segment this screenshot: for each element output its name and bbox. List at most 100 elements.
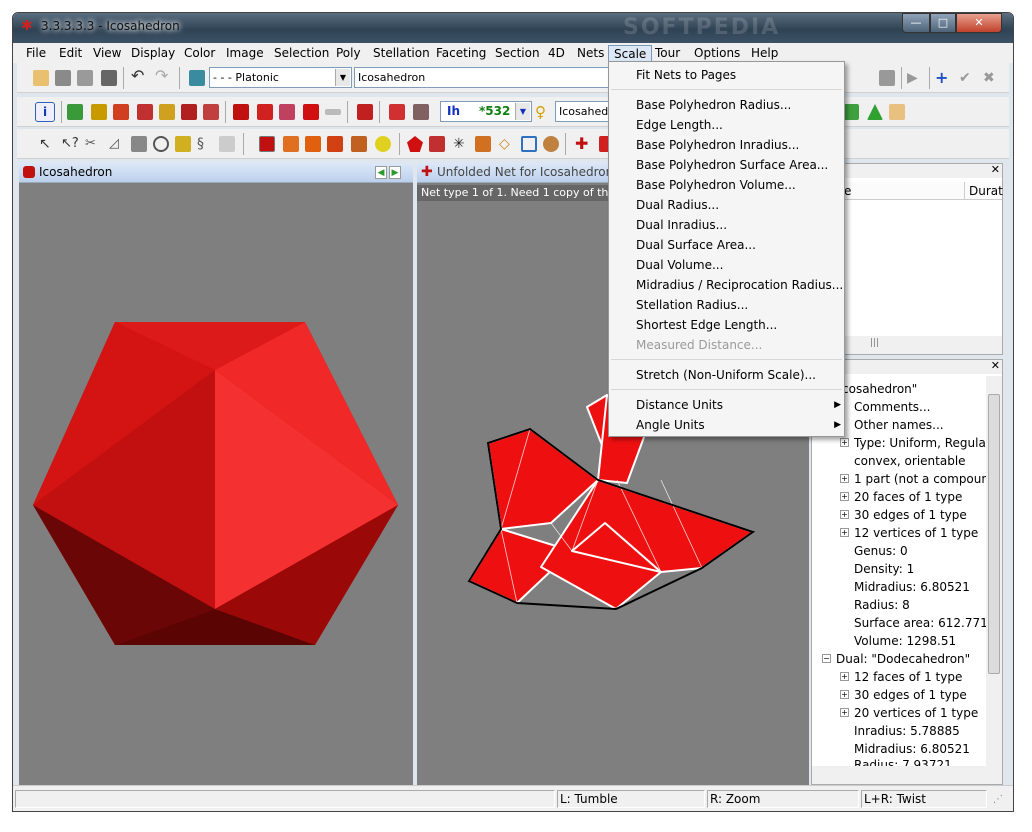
pentagon-red-icon[interactable]	[407, 136, 423, 152]
database-icon[interactable]	[189, 70, 205, 86]
cube-red-icon[interactable]	[257, 104, 273, 120]
grid2-icon[interactable]	[159, 104, 175, 120]
expand-icon[interactable]: +	[840, 690, 849, 699]
star2-icon[interactable]	[327, 136, 343, 152]
close-icon[interactable]: ✕	[991, 163, 1000, 176]
app-star-icon[interactable]: ✱	[21, 19, 35, 33]
close-button[interactable]: ✕	[956, 13, 1002, 33]
menu-dual-volume[interactable]: Dual Volume...	[636, 255, 723, 275]
menu-faceting[interactable]: Faceting	[431, 45, 491, 63]
lock-icon[interactable]	[91, 104, 107, 120]
redo-icon[interactable]: ↷	[155, 68, 171, 85]
shape-red-icon[interactable]	[259, 136, 275, 152]
dial-icon[interactable]	[153, 136, 169, 152]
grid4-icon[interactable]	[203, 104, 219, 120]
menu-edge-length[interactable]: Edge Length...	[636, 115, 723, 135]
menu-distance-units[interactable]: Distance Units ▶	[636, 395, 841, 415]
menu-base-surface-area[interactable]: Base Polyhedron Surface Area...	[636, 155, 828, 175]
pointer-help-icon[interactable]: ↖?	[61, 136, 79, 152]
play-icon[interactable]: ▶	[907, 70, 923, 86]
menu-shortest-edge[interactable]: Shortest Edge Length...	[636, 315, 777, 335]
expand-icon[interactable]: +	[840, 438, 849, 447]
add-icon[interactable]: +	[935, 70, 951, 86]
square-icon[interactable]	[521, 136, 537, 152]
scissors-icon[interactable]: ✂	[85, 136, 101, 152]
menu-color[interactable]: Color	[179, 45, 220, 63]
polyhedron-type-combo[interactable]: - - - Platonic ▼	[209, 67, 352, 88]
next-arrow-icon[interactable]: ▶	[389, 166, 401, 179]
expand-icon[interactable]: +	[840, 672, 849, 681]
expand-icon[interactable]: +	[840, 510, 849, 519]
hand-icon[interactable]	[889, 104, 905, 120]
tree-comments[interactable]: Comments...	[854, 398, 931, 416]
star-icon[interactable]	[305, 136, 321, 152]
menu-image[interactable]: Image	[221, 45, 269, 63]
menu-file[interactable]: File	[21, 45, 51, 63]
menu-stellation[interactable]: Stellation	[368, 45, 435, 63]
grid-icon[interactable]	[137, 104, 153, 120]
measure-icon[interactable]	[131, 136, 147, 152]
history-col-duration[interactable]: Durat	[964, 182, 1003, 200]
delete-icon[interactable]: ✖	[983, 70, 999, 86]
menu-base-radius[interactable]: Base Polyhedron Radius...	[636, 95, 791, 115]
tree-dual[interactable]: − Dual: "Dodecahedron"	[822, 650, 970, 668]
plus-shape-icon[interactable]	[475, 136, 491, 152]
tree-dual-vertices[interactable]: +20 vertices of 1 type	[840, 704, 978, 722]
menu-dual-radius[interactable]: Dual Radius...	[636, 195, 719, 215]
menu-dual-inradius[interactable]: Dual Inradius...	[636, 215, 727, 235]
maximize-button[interactable]: □	[930, 13, 956, 33]
menu-base-inradius[interactable]: Base Polyhedron Inradius...	[636, 135, 799, 155]
tree-vertices[interactable]: +12 vertices of 1 type	[840, 524, 978, 542]
menu-angle-units[interactable]: Angle Units ▶	[636, 415, 841, 435]
star3-icon[interactable]	[351, 136, 367, 152]
solid-icon[interactable]	[389, 104, 405, 120]
tree-hscrollbar[interactable]	[812, 766, 1002, 784]
menu-selection[interactable]: Selection	[269, 45, 334, 63]
menu-poly[interactable]: Poly	[331, 45, 366, 63]
expand-icon[interactable]: +	[840, 708, 849, 717]
pentagon-icon[interactable]	[303, 104, 319, 120]
menu-base-volume[interactable]: Base Polyhedron Volume...	[636, 175, 796, 195]
model-panel[interactable]: Icosahedron ◀ ▶	[19, 163, 413, 785]
tree-root[interactable]: cosahedron"	[842, 380, 917, 398]
menu-dual-surface-area[interactable]: Dual Surface Area...	[636, 235, 756, 255]
scroll-thumb[interactable]: |||	[870, 338, 879, 348]
expand-icon[interactable]: +	[840, 474, 849, 483]
tree-faces[interactable]: +20 faces of 1 type	[840, 488, 962, 506]
open-icon[interactable]	[33, 70, 49, 86]
green-triangle-icon[interactable]	[867, 104, 883, 120]
stella-icon[interactable]	[429, 136, 445, 152]
menu-edit[interactable]: Edit	[54, 45, 87, 63]
collapse-icon[interactable]: −	[822, 654, 831, 663]
orb-icon[interactable]	[543, 136, 559, 152]
scroll-thumb[interactable]	[988, 394, 1000, 674]
check-icon[interactable]: ✔	[959, 70, 975, 86]
prev-arrow-icon[interactable]: ◀	[375, 166, 387, 179]
grid3-icon[interactable]	[181, 104, 197, 120]
save-icon[interactable]	[55, 70, 71, 86]
chevron-down-icon[interactable]: ▼	[515, 103, 530, 120]
polyhedron-combo[interactable]: Icosahedro	[555, 101, 619, 122]
diamond-icon[interactable]: ◇	[499, 136, 515, 152]
spiral-icon[interactable]: §	[197, 136, 213, 152]
tree-dual-edges[interactable]: +30 edges of 1 type	[840, 686, 967, 704]
resize-grip-icon[interactable]: ⋰	[993, 794, 1003, 805]
pointer-icon[interactable]: ↖	[39, 136, 55, 152]
menu-4d[interactable]: 4D	[543, 45, 570, 63]
expand-icon[interactable]: +	[840, 528, 849, 537]
tree-vscrollbar[interactable]	[986, 376, 1002, 766]
sphere-icon[interactable]	[375, 136, 391, 152]
save-all-icon[interactable]	[77, 70, 93, 86]
cross-icon[interactable]	[279, 104, 295, 120]
save-net-icon[interactable]	[879, 70, 895, 86]
tool-icon[interactable]	[67, 104, 83, 120]
transparent-icon[interactable]	[413, 104, 429, 120]
close-icon[interactable]: ✕	[991, 360, 1000, 372]
green-a-icon[interactable]	[843, 104, 859, 120]
expand-icon[interactable]: +	[840, 492, 849, 501]
gear-red-icon[interactable]	[233, 104, 249, 120]
pin-icon[interactable]: ♀	[535, 104, 551, 120]
ruler-icon[interactable]: ◿	[109, 136, 125, 152]
tree-parts[interactable]: +1 part (not a compound)	[840, 470, 1001, 488]
red-cross-icon[interactable]: ✚	[575, 136, 591, 152]
